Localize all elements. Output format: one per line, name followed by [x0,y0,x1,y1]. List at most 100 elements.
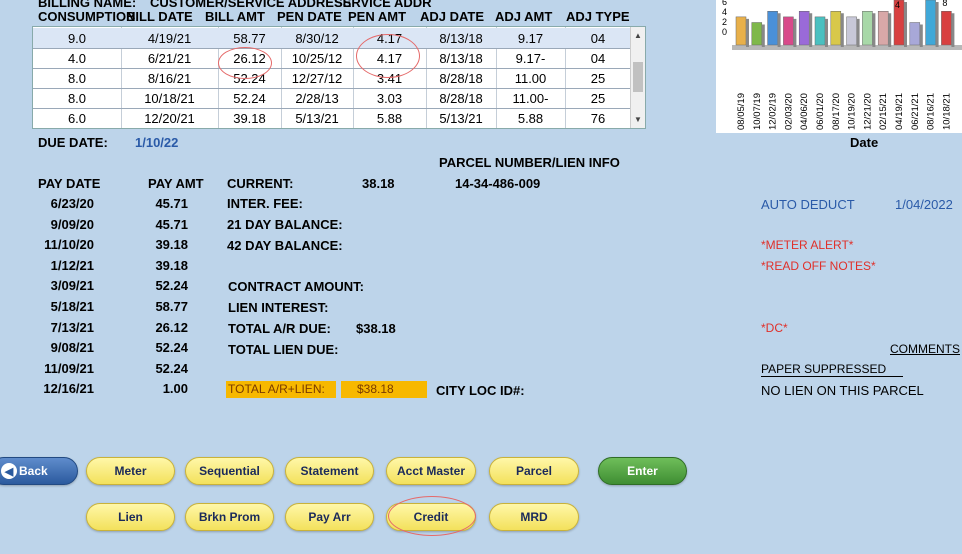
parcel-number: 14-34-486-009 [455,176,541,191]
no-lien-note: NO LIEN ON THIS PARCEL [761,383,924,398]
table-row[interactable]: 8.0 10/18/21 52.24 2/28/13 3.03 8/28/18 11.00-… [33,88,631,109]
x-tick-label: 12/02/19 [768,93,779,130]
table-cell: 12/20/21 [144,111,195,126]
chart-floor [732,45,962,50]
table-scrollbar[interactable]: ▲ ▼ [630,27,645,128]
meter-button[interactable]: Meter [86,457,175,485]
enter-label: Enter [627,464,658,478]
pay-amount: 52.24 [155,278,188,294]
table-cell: 8.0 [67,91,87,106]
lien-button[interactable]: Lien [86,503,175,531]
chart-bar-shadow [809,13,813,47]
table-cell: 25 [590,71,606,86]
brkn-prom-label: Brkn Prom [198,510,261,524]
table-cell: 6/21/21 [147,51,192,66]
table-row[interactable]: 8.0 8/16/21 52.24 12/27/12 3.41 8/28/18 11.00 2… [33,68,631,89]
col-adj-date: ADJ DATE [420,9,485,24]
statement-label: Statement [300,464,359,478]
chart-bar-shadow [777,13,781,47]
comments-link[interactable]: COMMENTS [890,342,960,356]
mrd-button[interactable]: MRD [489,503,579,531]
pay-amount: 52.24 [155,360,188,376]
x-tick-label: 12/21/20 [862,93,873,130]
chart-bar [814,16,826,46]
pay-date: 3/09/21 [50,278,94,294]
chart-bar-shadow [746,18,749,47]
back-arrow-icon: ◀ [1,463,17,479]
chart-bar-shadow [856,18,860,47]
billing-history-table[interactable]: 9.0 4/19/21 58.77 8/30/12 4.17 8/13/18 9.17 04 4… [32,26,646,129]
back-button[interactable]: ◀ Back [0,457,78,485]
pay-arr-label: Pay Arr [308,510,351,524]
chart-bar-shadow [888,13,892,47]
chart-bar [846,16,857,46]
col-pen-date: PEN DATE [277,9,342,24]
x-tick-label: 08/05/19 [736,93,747,130]
table-cell: 10/25/12 [291,51,343,66]
bar-value-label: 4 [895,0,900,10]
table-row[interactable]: 6.0 12/20/21 39.18 5/13/21 5.88 5/13/21 5.88 76 [33,108,631,128]
x-tick-label: 06/21/21 [910,93,921,130]
table-row[interactable]: 9.0 4/19/21 58.77 8/30/12 4.17 8/13/18 9.17 04 [33,28,631,49]
table-cell: 11.00- [512,91,549,106]
table-cell: 8/13/18 [439,51,483,66]
current-label: CURRENT: [227,176,294,191]
chart-bar [941,11,952,46]
table-cell: 5.88 [517,111,544,126]
pay-amount: 39.18 [155,257,188,273]
scroll-down-icon[interactable]: ▼ [634,115,642,124]
x-tick-label: 02/15/21 [878,93,889,130]
sequential-button[interactable]: Sequential [185,457,274,485]
col-bill-date: BILL DATE [126,9,193,24]
x-tick-label: 02/03/20 [783,93,794,130]
table-row[interactable]: 4.0 6/21/21 26.12 10/25/12 4.17 8/13/18 9.17- 0… [33,48,631,69]
col-consumption: CONSUMPTION [38,9,136,24]
acct-master-label: Acct Master [396,464,466,478]
pay-arr-button[interactable]: Pay Arr [285,503,374,531]
x-tick-label: 08/16/21 [926,93,937,130]
table-cell: 76 [590,111,606,126]
lien-interest-label: LIEN INTEREST: [228,300,329,315]
chart-bar [751,22,763,46]
day42-label: 42 DAY BALANCE: [227,238,343,253]
enter-button[interactable]: Enter [598,457,687,485]
total-arlien-label: TOTAL A/R+LIEN: [226,381,336,398]
table-cell: 04 [590,31,606,46]
pay-amount: 52.24 [155,340,188,356]
acct-master-button[interactable]: Acct Master [386,457,476,485]
current-value: 38.18 [362,176,395,191]
statement-button[interactable]: Statement [285,457,374,485]
table-cell: 12/27/12 [291,71,343,86]
chart-bar [767,11,778,46]
scroll-thumb[interactable] [633,62,643,92]
chart-bar-shadow [761,24,765,47]
pay-date: 9/09/20 [50,216,94,232]
pay-date-header: PAY DATE [38,176,101,191]
day21-label: 21 DAY BALANCE: [227,217,343,232]
parcel-button[interactable]: Parcel [489,457,579,485]
table-cell: 04 [590,51,606,66]
table-cell: 8/13/18 [439,31,483,46]
table-cell: 10/18/21 [144,91,195,106]
pay-amount: 58.77 [155,299,188,314]
table-cell: 52.24 [233,91,266,106]
total-lien-label: TOTAL LIEN DUE: [228,342,339,357]
chart-bar [862,11,873,46]
table-cell: 39.18 [233,111,266,126]
chart-bar [798,11,810,46]
city-loc-label: CITY LOC ID#: [436,383,525,398]
pay-date: 7/13/21 [50,319,94,335]
pay-date: 6/23/20 [50,196,94,211]
col-pen-amt: PEN AMT [348,9,407,24]
contract-amount-label: CONTRACT AMOUNT: [228,279,364,294]
inter-fee-label: INTER. FEE: [227,196,303,211]
table-cell: 3.03 [376,91,403,106]
annotation-circle-credit [388,496,476,536]
pay-date: 12/16/21 [43,381,94,397]
parcel-label: Parcel [515,464,553,478]
table-cell: 11.00 [514,71,547,86]
brkn-prom-button[interactable]: Brkn Prom [185,503,274,531]
table-cell: 9.0 [67,31,87,46]
pay-amount: 1.00 [162,381,188,397]
scroll-up-icon[interactable]: ▲ [634,31,642,40]
